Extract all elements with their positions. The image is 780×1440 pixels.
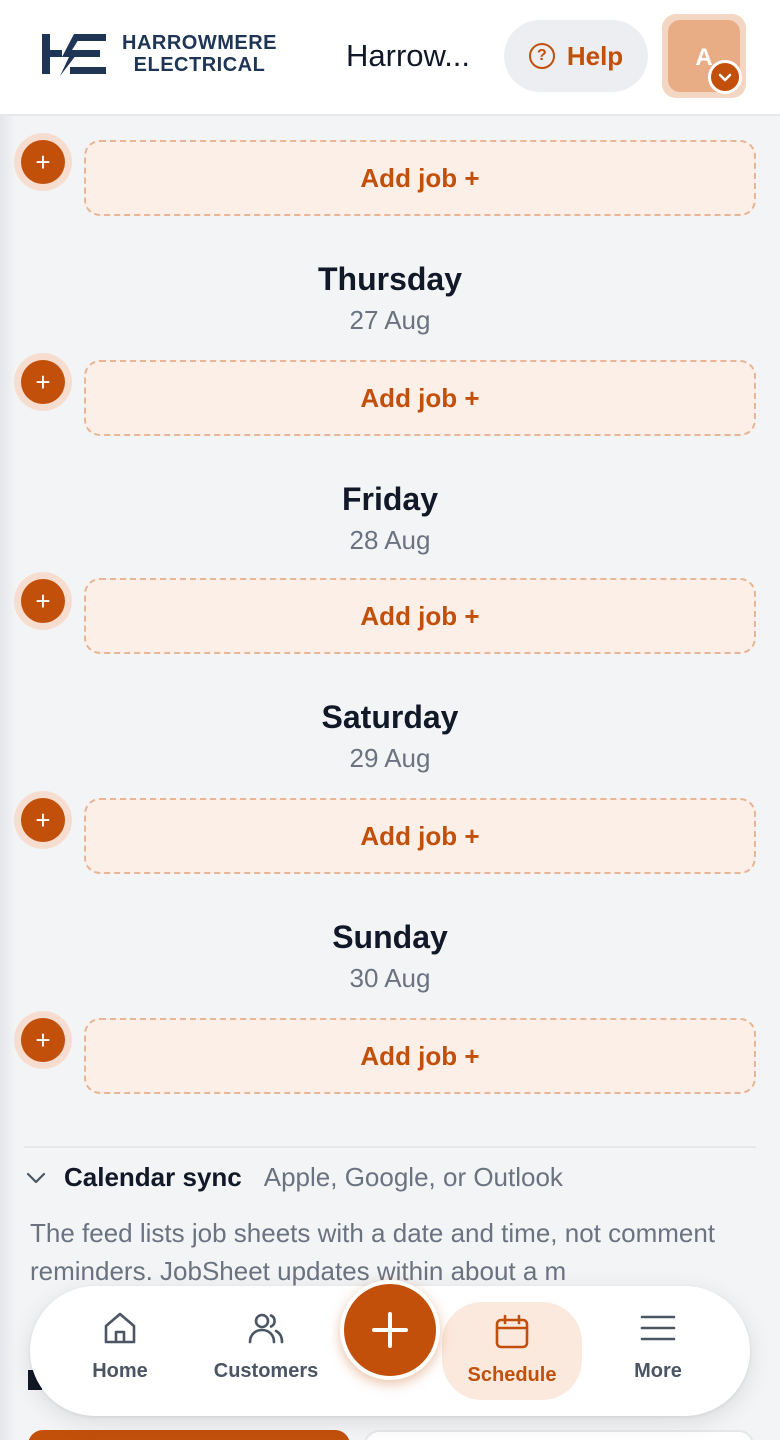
nav-home[interactable]: Home [50, 1308, 190, 1408]
logo-line-2: ELECTRICAL [133, 54, 266, 76]
calendar-sync-subtitle: Apple, Google, or Outlook [263, 1162, 563, 1192]
add-job-dot-button[interactable]: + [14, 572, 72, 630]
day-heading-sunday: Sunday 30 Aug [0, 918, 780, 996]
add-job-button[interactable]: Add job + [84, 578, 756, 654]
calendar-sync-title: Calendar sync [64, 1162, 242, 1192]
plus-icon: + [21, 1018, 65, 1062]
add-job-dot-button[interactable]: + [14, 133, 72, 191]
day-name: Friday [341, 481, 439, 517]
chevron-down-icon [708, 60, 742, 94]
calendar-icon [495, 1314, 529, 1349]
add-job-button[interactable]: Add job + [84, 140, 756, 216]
day-heading-friday: Friday 28 Aug [0, 480, 780, 558]
day-name: Saturday [321, 699, 459, 735]
calendar-sync-description: The feed lists job sheets with a date an… [30, 1218, 716, 1286]
day-name: Thursday [317, 261, 463, 297]
logo-mark-icon [42, 34, 106, 76]
add-job-button[interactable]: Add job + [84, 360, 756, 436]
app-header: HARROWMERE ELECTRICAL Harrow... ? Help A [0, 0, 780, 116]
add-job-button[interactable]: Add job + [84, 1018, 756, 1094]
plus-icon [372, 1312, 408, 1348]
home-icon [104, 1312, 136, 1344]
create-button[interactable] [340, 1280, 440, 1380]
users-icon [248, 1313, 284, 1344]
plus-icon: + [21, 360, 65, 404]
nav-customers-label: Customers [213, 1360, 319, 1382]
add-job-dot-button[interactable]: + [14, 791, 72, 849]
help-button[interactable]: ? Help [504, 20, 648, 92]
nav-more-label: More [634, 1360, 682, 1382]
add-job-dot-button[interactable]: + [14, 353, 72, 411]
day-date: 27 Aug [349, 305, 431, 335]
add-job-button[interactable]: Add job + [84, 798, 756, 874]
company-logo[interactable]: HARROWMERE ELECTRICAL [40, 30, 277, 78]
help-label: Help [566, 40, 624, 71]
day-name: Sunday [332, 919, 448, 955]
day-date: 30 Aug [349, 963, 431, 993]
nav-home-label: Home [92, 1360, 148, 1382]
day-heading-thursday: Thursday 27 Aug [0, 260, 780, 338]
help-circle-icon: ? [528, 43, 555, 69]
logo-wordmark: HARROWMERE ELECTRICAL [122, 32, 277, 76]
section-divider [24, 1146, 756, 1148]
plus-icon: + [21, 798, 65, 842]
day-date: 28 Aug [349, 525, 431, 555]
nav-customers[interactable]: Customers [196, 1308, 336, 1408]
nav-schedule[interactable]: Schedule [442, 1302, 582, 1400]
plus-icon: + [21, 140, 65, 184]
plus-icon: + [21, 579, 65, 623]
account-menu-button[interactable]: A [662, 14, 746, 98]
menu-icon [640, 1315, 676, 1341]
day-date: 29 Aug [349, 743, 431, 773]
calendar-sync-toggle[interactable]: Calendar sync Apple, Google, or Outlook [24, 1162, 563, 1193]
add-job-dot-button[interactable]: + [14, 1011, 72, 1069]
company-switcher[interactable]: Harrow... [346, 38, 486, 74]
nav-more[interactable]: More [588, 1308, 728, 1408]
day-heading-saturday: Saturday 29 Aug [0, 698, 780, 776]
primary-action-button[interactable] [28, 1430, 350, 1440]
secondary-action-button[interactable] [364, 1430, 754, 1440]
nav-schedule-label: Schedule [467, 1364, 557, 1386]
logo-line-1: HARROWMERE [122, 32, 277, 54]
chevron-down-icon [26, 1172, 46, 1183]
